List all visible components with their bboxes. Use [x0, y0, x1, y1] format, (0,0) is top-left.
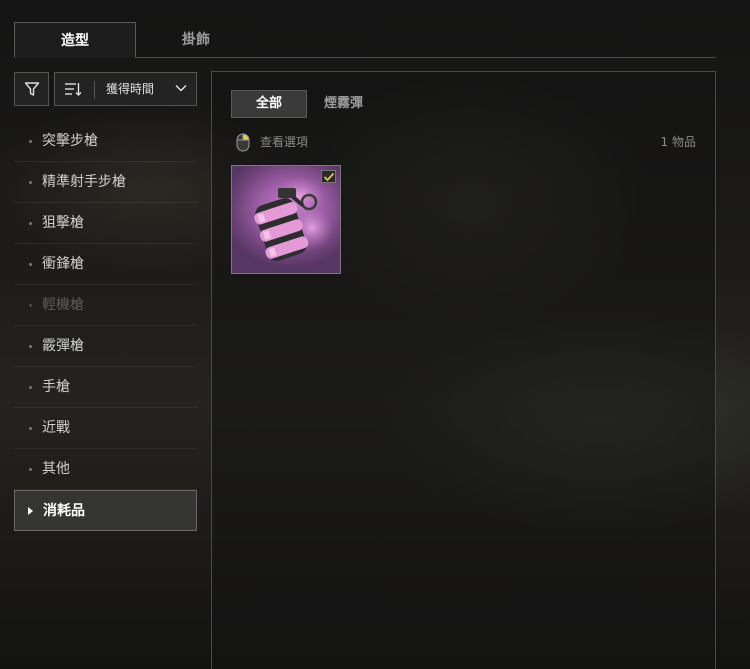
smoke-grenade-icon	[254, 178, 332, 261]
item-smoke-grenade-card[interactable]	[231, 165, 341, 274]
top-tab-bar: 造型 掛飾	[14, 22, 716, 58]
category-label: 手槍	[42, 379, 70, 395]
category-label: 霰彈槍	[42, 338, 84, 354]
filter-icon	[24, 82, 40, 96]
sort-dropdown[interactable]: 獲得時間	[54, 72, 197, 106]
selected-arrow-icon	[28, 507, 33, 515]
category-label: 消耗品	[43, 503, 85, 519]
category-dmr[interactable]: 精準射手步槍	[14, 162, 197, 203]
category-label: 精準射手步槍	[42, 174, 126, 190]
category-label: 衝鋒槍	[42, 256, 84, 272]
bullet-icon	[29, 222, 32, 225]
bullet-icon	[29, 427, 32, 430]
category-other[interactable]: 其他	[14, 449, 197, 490]
category-smg[interactable]: 衝鋒槍	[14, 244, 197, 285]
tab-skins[interactable]: 造型	[14, 22, 136, 58]
category-sniper-rifle[interactable]: 狙擊槍	[14, 203, 197, 244]
bullet-icon	[29, 140, 32, 143]
item-panel: 全部 煙霧彈 查看選項 1 物品	[211, 71, 716, 669]
category-label: 狙擊槍	[42, 215, 84, 231]
bullet-icon	[29, 263, 32, 266]
category-pistol[interactable]: 手槍	[14, 367, 197, 408]
bullet-icon	[29, 304, 32, 307]
category-label: 輕機槍	[42, 297, 84, 313]
bullet-icon	[29, 386, 32, 389]
mouse-icon	[236, 133, 250, 152]
category-assault-rifle[interactable]: 突擊步槍	[14, 121, 197, 162]
checkmark-icon	[323, 172, 335, 182]
item-count: 1 物品	[660, 135, 696, 149]
subtab-all[interactable]: 全部	[231, 90, 307, 118]
category-label: 近戰	[42, 420, 70, 436]
sort-icon	[65, 83, 82, 96]
category-list: 突擊步槍 精準射手步槍 狙擊槍 衝鋒槍 輕機槍 霰彈槍 手槍 近戰 其他 消耗品	[14, 121, 197, 531]
sort-divider	[94, 81, 95, 99]
category-label: 突擊步槍	[42, 133, 98, 149]
bullet-icon	[29, 181, 32, 184]
equipped-badge	[321, 170, 336, 183]
category-shotgun[interactable]: 霰彈槍	[14, 326, 197, 367]
category-label: 其他	[42, 461, 70, 477]
bullet-icon	[29, 345, 32, 348]
category-melee[interactable]: 近戰	[14, 408, 197, 449]
tab-charms[interactable]: 掛飾	[136, 22, 256, 58]
category-lmg: 輕機槍	[14, 285, 197, 326]
bullet-icon	[29, 468, 32, 471]
view-options-label: 查看選項	[260, 135, 309, 149]
filter-button[interactable]	[14, 72, 49, 106]
subtab-smoke-grenade[interactable]: 煙霧彈	[324, 90, 363, 118]
sort-label: 獲得時間	[106, 82, 155, 96]
category-consumables[interactable]: 消耗品	[14, 490, 197, 531]
chevron-down-icon	[175, 84, 187, 92]
